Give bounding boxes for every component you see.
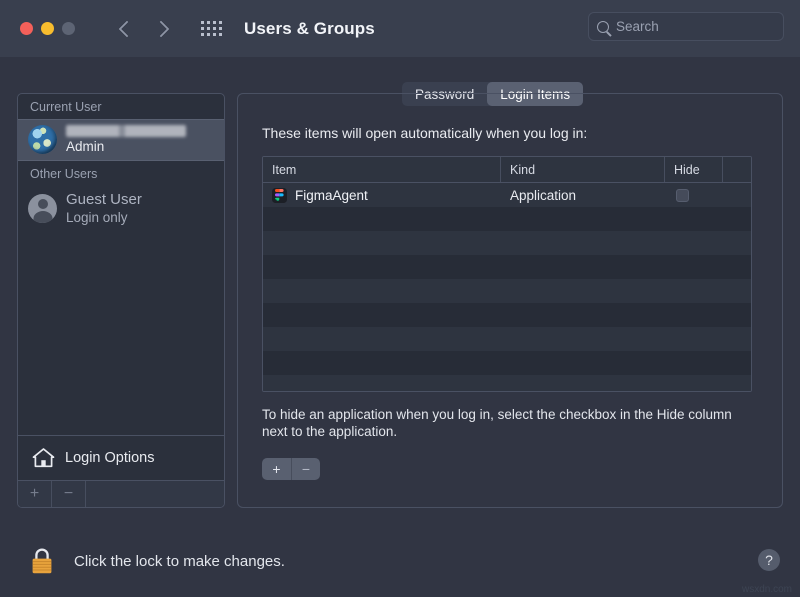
remove-login-item-button[interactable]: − — [291, 458, 320, 480]
current-user-text: Admin — [66, 125, 186, 154]
sidebar-item-login-options[interactable]: Login Options — [18, 435, 224, 479]
guest-user-name: Guest User — [66, 191, 142, 208]
column-header-item[interactable]: Item — [263, 157, 501, 182]
column-header-kind[interactable]: Kind — [501, 157, 665, 182]
zoom-button[interactable] — [62, 22, 75, 35]
table-empty-row — [263, 351, 751, 375]
hide-column-footnote: To hide an application when you log in, … — [262, 406, 742, 440]
lock-message: Click the lock to make changes. — [74, 553, 285, 570]
lock-row[interactable]: Click the lock to make changes. — [28, 545, 285, 577]
minimize-button[interactable] — [41, 22, 54, 35]
sidebar-item-current-user[interactable]: Admin — [18, 119, 224, 161]
sidebar-remove-user-button[interactable]: − — [52, 481, 86, 507]
sidebar-group-header-other-users: Other Users — [18, 161, 224, 186]
users-and-groups-window: Users & Groups Search Current User Admin… — [0, 0, 800, 597]
panel-intro-text: These items will open automatically when… — [262, 125, 587, 141]
sidebar-add-user-button[interactable]: + — [18, 481, 52, 507]
guest-user-role: Login only — [66, 210, 142, 225]
current-user-name-redacted — [66, 125, 186, 137]
person-avatar-icon — [28, 194, 57, 223]
table-row[interactable]: FigmaAgent Application — [263, 183, 751, 207]
item-name: FigmaAgent — [295, 188, 368, 203]
sidebar-add-remove-toolbar: + − — [18, 480, 224, 507]
table-empty-row — [263, 327, 751, 351]
window-titlebar: Users & Groups Search — [0, 0, 800, 57]
sidebar-group-header-current-user: Current User — [18, 94, 224, 119]
globe-avatar-icon — [28, 125, 57, 154]
home-icon — [32, 447, 55, 468]
back-chevron-icon[interactable] — [117, 21, 133, 37]
table-empty-row — [263, 255, 751, 279]
guest-user-text: Guest User Login only — [66, 191, 142, 225]
show-all-grid-icon[interactable] — [201, 21, 222, 36]
login-options-label: Login Options — [65, 450, 154, 466]
table-header-row: Item Kind Hide — [263, 157, 751, 183]
search-field[interactable]: Search — [588, 12, 784, 41]
login-items-add-remove-group: + − — [262, 458, 320, 480]
search-icon — [597, 21, 609, 33]
lock-closed-icon[interactable] — [28, 545, 56, 577]
page-title: Users & Groups — [244, 19, 375, 39]
add-login-item-button[interactable]: + — [262, 458, 291, 480]
help-button[interactable]: ? — [758, 549, 780, 571]
column-header-hide[interactable]: Hide — [665, 157, 723, 182]
table-empty-row — [263, 207, 751, 231]
current-user-role: Admin — [66, 139, 186, 154]
table-empty-row — [263, 231, 751, 255]
cell-item: FigmaAgent — [263, 188, 501, 203]
cell-hide — [665, 189, 723, 202]
login-items-table: Item Kind Hide Fig — [262, 156, 752, 392]
column-header-spacer — [723, 157, 751, 182]
close-button[interactable] — [20, 22, 33, 35]
login-items-panel: These items will open automatically when… — [237, 93, 783, 508]
table-empty-row — [263, 375, 751, 392]
search-placeholder: Search — [616, 19, 659, 34]
hide-checkbox[interactable] — [676, 189, 689, 202]
table-empty-row — [263, 279, 751, 303]
traffic-lights — [20, 22, 75, 35]
figma-icon — [272, 188, 287, 203]
watermark: wsxdn.com — [742, 584, 792, 595]
forward-chevron-icon[interactable] — [153, 21, 169, 37]
sidebar-item-guest-user[interactable]: Guest User Login only — [18, 186, 224, 231]
navigation-arrows — [117, 21, 169, 37]
users-sidebar: Current User Admin Other Users Guest Use… — [17, 93, 225, 508]
cell-kind: Application — [501, 188, 665, 203]
table-empty-row — [263, 303, 751, 327]
